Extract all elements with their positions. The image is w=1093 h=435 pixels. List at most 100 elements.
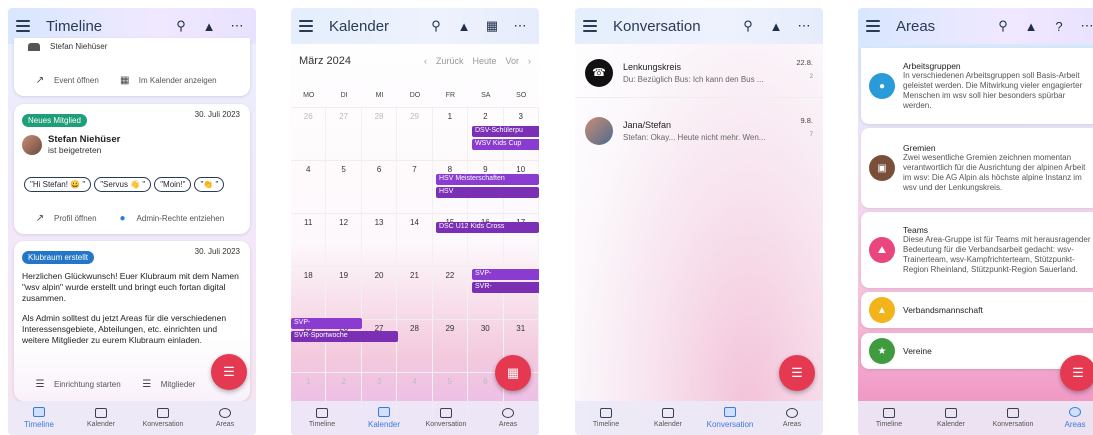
back-button[interactable]: Zurück (436, 56, 464, 66)
calendar-event[interactable]: DSC U12 Kids Cross (436, 222, 539, 233)
nav-kalender[interactable]: Kalender (920, 401, 982, 435)
today-button[interactable]: Heute (472, 56, 496, 66)
show-in-calendar-button[interactable]: ▦ Im Kalender anzeigen (119, 74, 217, 86)
greeting-chip[interactable]: "Hi Stefan! 😀 " (24, 177, 92, 192)
more-icon[interactable]: ⋯ (509, 15, 531, 37)
nav-areas[interactable]: Areas (761, 401, 823, 435)
area-card-teams[interactable]: ⛰ Teams Diese Area-Gruppe ist für Teams m… (861, 212, 1093, 288)
more-icon[interactable]: ⋯ (226, 15, 248, 37)
event-open-button[interactable]: ↗ Event öffnen (34, 74, 99, 86)
calendar-day[interactable]: 29 (397, 108, 433, 160)
revoke-admin-button[interactable]: ● Admin-Rechte entziehen (117, 212, 225, 224)
calendar-day[interactable]: 1 (433, 108, 469, 160)
calendar-event[interactable]: SVP- (472, 269, 539, 280)
greeting-chip[interactable]: "Moin!" (154, 177, 192, 192)
calendar-day[interactable]: 26 (291, 108, 327, 160)
profile-open-button[interactable]: ↗ Profil öffnen (34, 212, 97, 224)
search-icon[interactable]: ⚲ (425, 15, 447, 37)
menu-fab[interactable]: ☰ (779, 355, 815, 391)
help-icon[interactable]: ? (1048, 15, 1070, 37)
bell-icon[interactable]: ▲ (1020, 15, 1042, 37)
weekday-label: DO (409, 92, 421, 99)
calendar-event[interactable]: HSV Meisterschaften (436, 174, 539, 185)
chevron-left-icon[interactable]: ‹ (424, 56, 427, 66)
nav-konversation[interactable]: Konversation (982, 401, 1044, 435)
greeting-chip[interactable]: "Servus 👋 " (94, 177, 152, 192)
bell-icon[interactable]: ▲ (453, 15, 475, 37)
more-icon[interactable]: ⋯ (793, 15, 815, 37)
calendar-day[interactable]: 20 (362, 267, 398, 319)
calendar-day[interactable]: 28 (362, 108, 398, 160)
nav-areas[interactable]: Areas (477, 401, 539, 435)
members-button[interactable]: ☰ Mitglieder (141, 378, 195, 390)
menu-icon[interactable] (16, 20, 32, 32)
calendar-event[interactable]: SVR- (472, 282, 539, 293)
calendar-day[interactable]: 28 (397, 320, 433, 372)
nav-timeline[interactable]: Timeline (858, 401, 920, 435)
bell-icon[interactable]: ▲ (198, 15, 220, 37)
search-icon[interactable]: ⚲ (170, 15, 192, 37)
nav-timeline[interactable]: Timeline (8, 401, 70, 435)
timeline-icon (883, 408, 895, 418)
nav-areas[interactable]: Areas (194, 401, 256, 435)
more-icon[interactable]: ⋯ (1076, 15, 1093, 37)
conversation-item[interactable]: ☎ Lenkungskreis Du: Bezüglich Bus: Ich ka… (575, 48, 823, 98)
menu-fab[interactable]: ☰ (1060, 355, 1093, 391)
nav-timeline[interactable]: Timeline (291, 401, 353, 435)
calendar-day[interactable]: 19 (326, 267, 362, 319)
calendar-day[interactable]: 27 (326, 108, 362, 160)
checklist-icon: ☰ (35, 378, 45, 390)
calendar-event[interactable]: DSV-Schülerpu (472, 126, 539, 137)
menu-icon[interactable] (583, 20, 599, 32)
area-card-arbeitsgruppen[interactable]: ● Arbeitsgruppen In verschiedenen Arbeits… (861, 48, 1093, 124)
calendar-day[interactable]: 4 (291, 161, 327, 213)
areas-topbar: Areas ⚲ ▲ ? ⋯ (858, 8, 1093, 44)
calendar-event[interactable]: SVP- (291, 318, 362, 329)
nav-konversation[interactable]: Konversation (415, 401, 477, 435)
calendar-topbar: Kalender ⚲ ▲ ▦ ⋯ (291, 8, 539, 44)
chevron-right-icon[interactable]: › (528, 56, 531, 66)
calendar-day[interactable]: 22 (433, 267, 469, 319)
nav-areas[interactable]: Areas (1044, 401, 1093, 435)
nav-kalender[interactable]: Kalender (353, 401, 415, 435)
calendar-day[interactable]: 29 (433, 320, 469, 372)
calendar-day[interactable]: 12 (326, 214, 362, 266)
calendar-day[interactable]: 14 (397, 214, 433, 266)
nav-kalender[interactable]: Kalender (637, 401, 699, 435)
search-icon[interactable]: ⚲ (737, 15, 759, 37)
grid-icon[interactable]: ▦ (481, 15, 503, 37)
nav-kalender[interactable]: Kalender (70, 401, 132, 435)
calendar-day[interactable]: 11 (291, 214, 327, 266)
menu-fab[interactable]: ☰ (211, 354, 247, 390)
calendar-day[interactable]: 18 (291, 267, 327, 319)
conversation-name: Lenkungskreis (623, 61, 682, 72)
calendar-day[interactable]: 13 (362, 214, 398, 266)
calendar-event[interactable]: SVR-Sportwoche (291, 331, 398, 342)
menu-icon[interactable] (866, 20, 882, 32)
next-button[interactable]: Vor (505, 56, 519, 66)
calendar-day[interactable]: 27 (362, 320, 398, 372)
card-date: 30. Juli 2023 (194, 110, 240, 119)
calendar-day[interactable]: 5 (326, 161, 362, 213)
nav-timeline[interactable]: Timeline (575, 401, 637, 435)
setup-start-button[interactable]: ☰ Einrichtung starten (34, 378, 121, 390)
weekday-header: MO DI MI DO FR SA SO (291, 92, 539, 99)
menu-icon[interactable] (299, 20, 315, 32)
area-card-gremien[interactable]: ▣ Gremien Zwei wesentliche Gremien zeichn… (861, 128, 1093, 208)
calendar-event[interactable]: WSV Kids Cup (472, 139, 539, 150)
search-icon[interactable]: ⚲ (992, 15, 1014, 37)
calendar-event[interactable]: HSV (436, 187, 539, 198)
calendar-day[interactable]: 6 (362, 161, 398, 213)
card-date: 30. Juli 2023 (194, 247, 240, 256)
greeting-chip[interactable]: "👏 " (194, 177, 225, 192)
bell-icon[interactable]: ▲ (765, 15, 787, 37)
area-card-vereine[interactable]: ★ Vereine (861, 333, 1093, 369)
calendar-day[interactable]: 21 (397, 267, 433, 319)
calendar-day[interactable]: 7 (397, 161, 433, 213)
add-event-fab[interactable]: ▦ (495, 355, 531, 391)
area-card-verbandsmannschaft[interactable]: ▲ Verbandsmannschaft (861, 292, 1093, 328)
conversation-item[interactable]: Jana/Stefan Stefan: Okay... Heute nicht m… (575, 106, 823, 156)
nav-konversation[interactable]: Konversation (699, 401, 761, 435)
calendar-screen: Kalender ⚲ ▲ ▦ ⋯ März 2024 ‹ Zurück Heut… (291, 8, 539, 435)
nav-konversation[interactable]: Konversation (132, 401, 194, 435)
